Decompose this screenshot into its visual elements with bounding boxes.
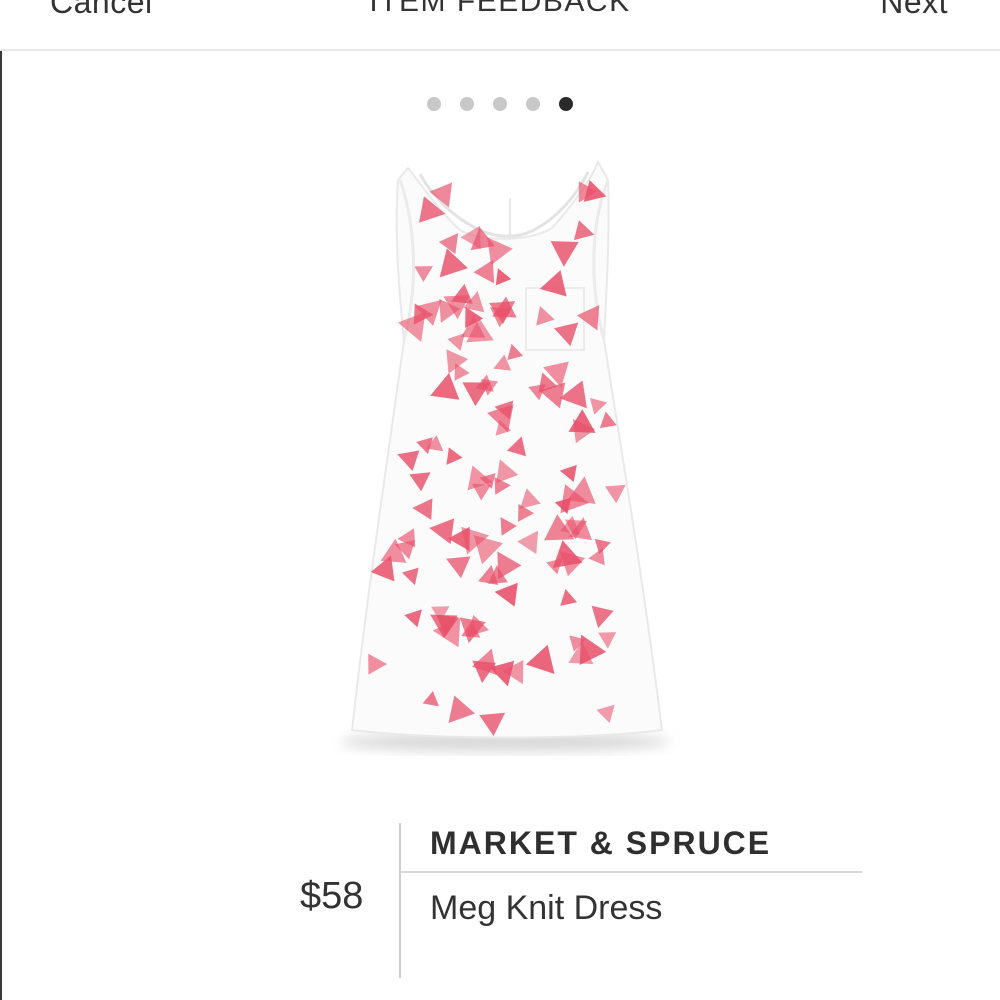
item-price: $58 [300, 875, 364, 917]
item-name: Meg Knit Dress [430, 889, 663, 927]
pager-dot-5-active[interactable] [559, 97, 573, 111]
dress-image [340, 159, 670, 752]
info-divider [399, 823, 401, 978]
brand-name: MARKET & SPRUCE [430, 825, 772, 861]
pager-dot-4[interactable] [526, 97, 540, 111]
pager-dot-1[interactable] [427, 97, 441, 111]
item-feedback-screen: Cancel ITEM FEEDBACK Next $58 MARKET & S… [0, 0, 1000, 1000]
brand-divider [400, 871, 862, 873]
page-title: ITEM FEEDBACK [369, 0, 631, 18]
item-info: $58 MARKET & SPRUCE Meg Knit Dress [0, 815, 1000, 995]
pager-dot-3[interactable] [493, 97, 507, 111]
pager-dot-2[interactable] [460, 97, 474, 111]
nav-bar: Cancel ITEM FEEDBACK Next [0, 0, 1000, 51]
next-button[interactable]: Next [880, 0, 948, 18]
image-pager [0, 97, 1000, 111]
